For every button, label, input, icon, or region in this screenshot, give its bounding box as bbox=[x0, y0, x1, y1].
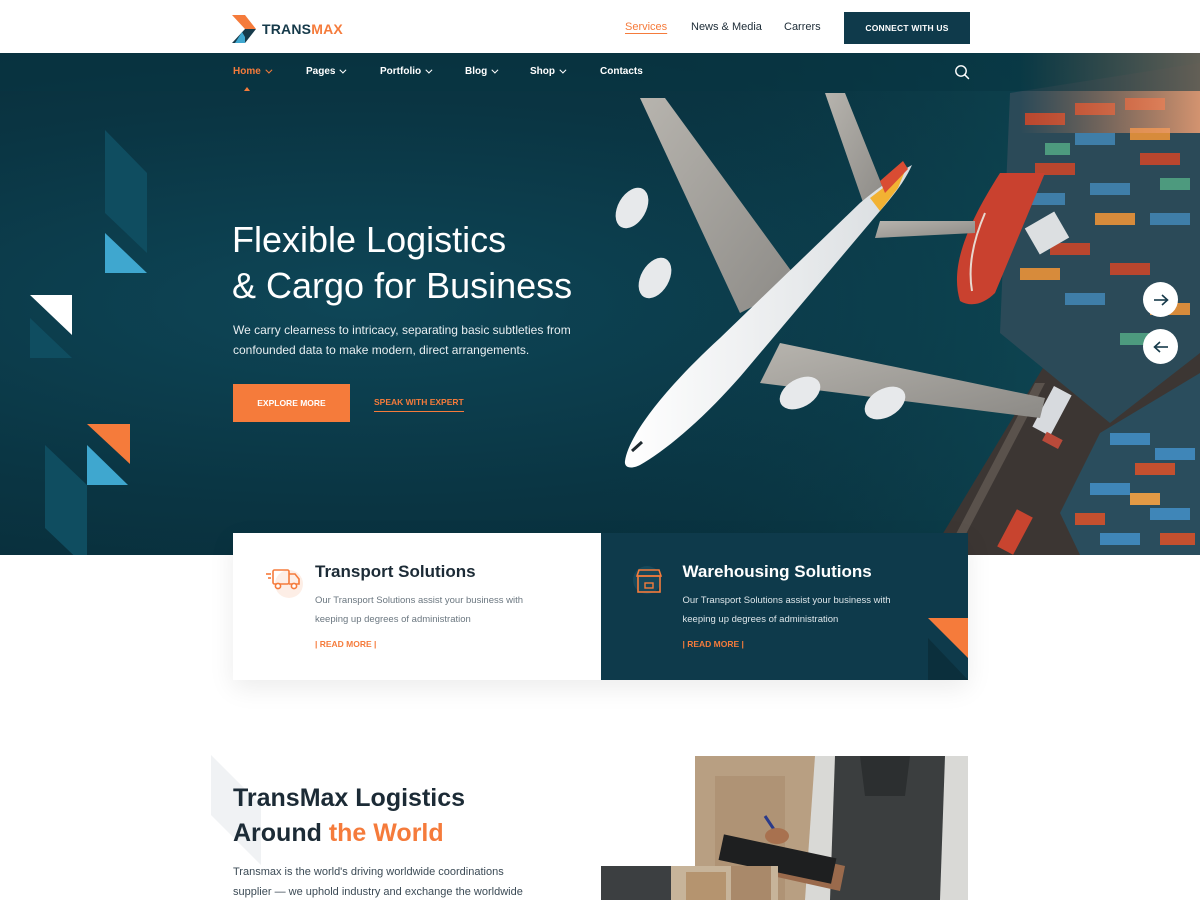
nav-item-label: Pages bbox=[306, 66, 336, 77]
slider-next-button[interactable] bbox=[1143, 282, 1178, 317]
warehouse-box-icon bbox=[632, 566, 662, 594]
main-navigation: Home Pages Portfolio Blog Shop Contacts bbox=[0, 53, 1200, 91]
feature-card-text-line: Our Transport Solutions assist your busi… bbox=[315, 595, 524, 606]
about-title-line: TransMax Logistics bbox=[233, 784, 466, 812]
about-title: TransMax Logistics Around the World bbox=[233, 781, 465, 851]
nav-item-label: Blog bbox=[465, 66, 488, 77]
hero-section: Home Pages Portfolio Blog Shop Contacts … bbox=[0, 53, 1200, 555]
about-description-line: Transmax is the world's driving worldwid… bbox=[233, 866, 504, 878]
arrow-left-icon bbox=[1152, 340, 1168, 353]
feature-card-transport[interactable]: Transport Solutions Our Transport Soluti… bbox=[233, 533, 601, 680]
chevron-down-icon bbox=[425, 66, 433, 74]
about-title-line: Around the World bbox=[233, 816, 465, 851]
about-title-plain: Around bbox=[233, 819, 329, 847]
logo-text-part1: TRANS bbox=[262, 21, 312, 37]
chevron-down-icon bbox=[559, 66, 567, 74]
hero-title: Flexible Logistics & Cargo for Business bbox=[232, 217, 652, 309]
feature-card-text: Our Transport Solutions assist your busi… bbox=[315, 591, 555, 629]
top-link-careers[interactable]: Carrers bbox=[784, 21, 821, 33]
read-more-link[interactable]: | READ MORE | bbox=[315, 639, 376, 649]
chevron-down-icon bbox=[265, 66, 273, 74]
chevron-down-icon bbox=[339, 66, 347, 74]
nav-item-contacts[interactable]: Contacts bbox=[600, 66, 643, 77]
feature-card-text: Our Transport Solutions assist your busi… bbox=[683, 591, 923, 629]
slider-prev-button[interactable] bbox=[1143, 329, 1178, 364]
nav-item-blog[interactable]: Blog bbox=[465, 66, 499, 77]
left-shapes bbox=[30, 130, 147, 555]
nav-item-label: Home bbox=[233, 66, 261, 77]
about-description: Transmax is the world's driving worldwid… bbox=[233, 862, 553, 900]
connect-with-us-button[interactable]: CONNECT WITH US bbox=[844, 12, 970, 44]
nav-item-label: Portfolio bbox=[380, 66, 422, 77]
truck-icon bbox=[266, 569, 303, 598]
hero-title-line: Flexible Logistics bbox=[232, 219, 507, 260]
active-indicator bbox=[244, 87, 250, 91]
top-bar: TRANSMAX Services News & Media Carrers C… bbox=[0, 0, 1200, 53]
top-link-services[interactable]: Services bbox=[625, 21, 667, 33]
hero-description-line: confounded data to make modern, direct a… bbox=[233, 343, 530, 357]
nav-item-home[interactable]: Home bbox=[233, 66, 273, 77]
feature-card-warehousing[interactable]: Warehousing Solutions Our Transport Solu… bbox=[600, 533, 968, 680]
read-more-link[interactable]: | READ MORE | bbox=[683, 639, 744, 649]
top-link-news-media[interactable]: News & Media bbox=[691, 21, 762, 33]
brand-logo[interactable]: TRANSMAX bbox=[232, 15, 343, 43]
nav-item-portfolio[interactable]: Portfolio bbox=[380, 66, 433, 77]
speak-with-expert-link[interactable]: SPEAK WITH EXPERT bbox=[374, 397, 464, 412]
about-description-line: supplier — we uphold industry and exchan… bbox=[233, 886, 523, 898]
arrow-right-icon bbox=[1153, 293, 1169, 306]
nav-item-label: Shop bbox=[530, 66, 555, 77]
hero-description-line: We carry clearness to intricacy, separat… bbox=[233, 323, 571, 337]
feature-card-text-line: keeping up degrees of administration bbox=[315, 614, 471, 625]
search-icon[interactable] bbox=[954, 64, 970, 80]
feature-card-title: Transport Solutions bbox=[315, 562, 476, 581]
logo-mark-icon bbox=[232, 15, 256, 43]
hero-description: We carry clearness to intricacy, separat… bbox=[233, 320, 593, 360]
feature-card-title: Warehousing Solutions bbox=[682, 562, 872, 581]
warehouse-boxes-image bbox=[601, 866, 778, 900]
nav-item-shop[interactable]: Shop bbox=[530, 66, 567, 77]
feature-card-text-line: keeping up degrees of administration bbox=[682, 614, 839, 625]
feature-cards: Transport Solutions Our Transport Soluti… bbox=[233, 533, 968, 680]
chevron-down-icon bbox=[491, 66, 499, 74]
corner-decoration bbox=[928, 618, 968, 680]
logo-text: TRANSMAX bbox=[262, 21, 343, 37]
about-title-accent: the World bbox=[328, 819, 444, 847]
nav-item-pages[interactable]: Pages bbox=[306, 66, 347, 77]
explore-more-button[interactable]: EXPLORE MORE bbox=[233, 384, 350, 422]
hero-title-line: & Cargo for Business bbox=[232, 265, 573, 306]
nav-item-label: Contacts bbox=[600, 66, 643, 77]
feature-card-text-line: Our Transport Solutions assist your busi… bbox=[682, 595, 891, 606]
logo-text-part2: MAX bbox=[311, 21, 343, 37]
